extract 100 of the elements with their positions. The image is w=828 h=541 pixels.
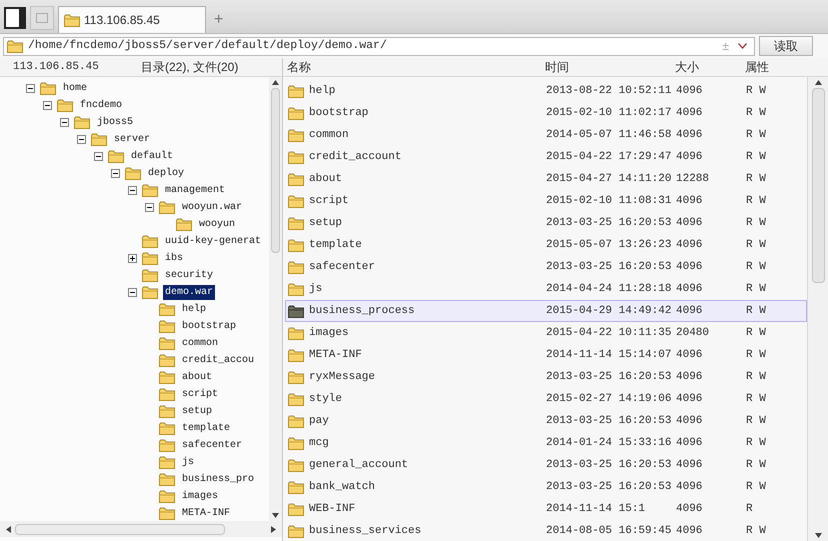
file-row[interactable]: ryxMessage 2013-03-25 16:20:53 4096 R W bbox=[285, 366, 807, 388]
file-name: safecenter bbox=[309, 260, 376, 275]
tree-item[interactable]: security bbox=[163, 268, 216, 283]
tree-item[interactable]: js bbox=[180, 455, 196, 470]
file-row[interactable]: js 2014-04-24 11:28:18 4096 R W bbox=[285, 278, 807, 300]
folder-icon bbox=[288, 392, 304, 406]
folder-icon bbox=[159, 371, 175, 384]
tree-item[interactable]: about bbox=[180, 370, 214, 385]
tree-item[interactable]: common bbox=[180, 336, 220, 351]
scroll-down-arrow-icon[interactable] bbox=[272, 513, 279, 518]
collapse-icon[interactable] bbox=[60, 118, 69, 127]
folder-icon bbox=[159, 320, 175, 333]
file-attributes: R W bbox=[746, 480, 766, 495]
tree-item[interactable]: credit_accou bbox=[180, 353, 256, 368]
file-row[interactable]: mcg 2014-01-24 15:33:16 4096 R W bbox=[285, 432, 807, 454]
file-row[interactable]: script 2015-02-10 11:08:31 4096 R W bbox=[285, 190, 807, 212]
file-row[interactable]: about 2015-04-27 14:11:20 12288 R W bbox=[285, 168, 807, 190]
modified-time: 2014-04-24 11:28:18 bbox=[546, 282, 672, 297]
folder-icon bbox=[288, 370, 304, 384]
column-header[interactable]: 时间 bbox=[545, 58, 675, 76]
vertical-scrollbar[interactable] bbox=[807, 77, 828, 541]
tree-item[interactable]: fncdemo bbox=[78, 98, 124, 113]
tree-item[interactable]: management bbox=[163, 183, 228, 198]
collapse-icon[interactable] bbox=[111, 169, 120, 178]
collapse-icon[interactable] bbox=[77, 135, 86, 144]
file-row[interactable]: bank_watch 2013-03-25 16:20:53 4096 R W bbox=[285, 476, 807, 498]
file-size: 4096 bbox=[676, 84, 704, 99]
file-attributes: R W bbox=[746, 458, 766, 473]
tree-item[interactable]: images bbox=[180, 489, 220, 504]
address-field[interactable]: /home/fncdemo/jboss5/server/default/deploy/demo.war/ ± bbox=[3, 36, 755, 56]
file-row[interactable]: bootstrap 2015-02-10 11:02:17 4096 R W bbox=[285, 102, 807, 124]
tree-item[interactable]: demo.war bbox=[163, 285, 216, 300]
tree-item[interactable]: deploy bbox=[146, 166, 186, 181]
scroll-up-arrow-icon[interactable] bbox=[814, 80, 822, 85]
scroll-up-arrow-icon[interactable] bbox=[272, 80, 279, 85]
file-row[interactable]: META-INF 2014-11-14 15:14:07 4096 R W bbox=[285, 344, 807, 366]
tree-item[interactable]: business_pro bbox=[180, 472, 256, 487]
folder-icon bbox=[288, 194, 304, 208]
vertical-scrollbar[interactable] bbox=[269, 77, 282, 521]
tree-item[interactable]: jboss5 bbox=[95, 115, 136, 130]
scroll-right-arrow-icon[interactable] bbox=[271, 526, 276, 532]
collapse-icon[interactable] bbox=[43, 101, 52, 110]
folder-icon bbox=[288, 326, 304, 340]
tab[interactable]: 113.106.85.45 bbox=[58, 6, 206, 33]
column-header[interactable]: 名称 bbox=[283, 58, 545, 76]
column-header[interactable]: 属性 bbox=[745, 58, 807, 76]
scroll-down-arrow-icon[interactable] bbox=[814, 533, 822, 538]
tree-item[interactable]: help bbox=[180, 302, 208, 317]
tree-item[interactable]: wooyun.war bbox=[180, 200, 244, 215]
tree-item[interactable]: setup bbox=[180, 404, 214, 419]
file-row[interactable]: pay 2013-03-25 16:20:53 4096 R W bbox=[285, 410, 807, 432]
folder-icon bbox=[159, 388, 175, 401]
tree-item[interactable]: bootstrap bbox=[180, 319, 238, 334]
collapse-icon[interactable] bbox=[94, 152, 103, 161]
expand-icon[interactable] bbox=[128, 254, 137, 263]
file-row[interactable]: credit_account 2015-04-22 17:29:47 4096 R W bbox=[285, 146, 807, 168]
collapse-icon[interactable] bbox=[145, 203, 154, 212]
folder-icon bbox=[142, 269, 158, 282]
file-row[interactable]: business_services 2014-08-05 16:59:45 4096 R W bbox=[285, 520, 807, 541]
scroll-left-arrow-icon[interactable] bbox=[6, 526, 11, 532]
file-row[interactable]: WEB-INF 2014-11-14 15:1 4096 R bbox=[285, 498, 807, 520]
tree-item[interactable]: template bbox=[180, 421, 232, 436]
folder-icon bbox=[288, 282, 304, 296]
modified-time: 2015-04-29 14:49:42 bbox=[546, 304, 672, 319]
tree-item[interactable]: wooyun bbox=[197, 217, 238, 232]
file-row[interactable]: template 2015-05-07 13:26:23 4096 R W bbox=[285, 234, 807, 256]
collapse-icon[interactable] bbox=[128, 186, 137, 195]
tree-item[interactable]: script bbox=[180, 387, 220, 402]
tree-item[interactable]: uuid-key-generat bbox=[163, 234, 264, 249]
file-row[interactable]: style 2015-02-27 14:19:06 4096 R W bbox=[285, 388, 807, 410]
collapse-icon[interactable] bbox=[128, 288, 137, 297]
tree-item[interactable]: home bbox=[61, 81, 90, 96]
file-row[interactable]: images 2015-04-22 10:11:35 20480 R W bbox=[285, 322, 807, 344]
file-name: credit_account bbox=[309, 150, 402, 165]
file-row[interactable]: setup 2013-03-25 16:20:53 4096 R W bbox=[285, 212, 807, 234]
modified-time: 2014-11-14 15:14:07 bbox=[546, 348, 672, 363]
file-size: 4096 bbox=[676, 392, 704, 407]
tree-item[interactable]: server bbox=[112, 132, 152, 147]
file-row[interactable]: business_process 2015-04-29 14:49:42 4096 R W bbox=[285, 300, 807, 322]
collapse-icon[interactable] bbox=[26, 84, 35, 93]
file-name: META-INF bbox=[309, 348, 362, 363]
tree-item[interactable]: default bbox=[129, 149, 176, 164]
file-row[interactable]: help 2013-08-22 10:52:11 4096 R W bbox=[285, 80, 807, 102]
folder-icon bbox=[288, 524, 304, 538]
read-button[interactable]: 读取 bbox=[759, 36, 813, 56]
panel-toggle-button[interactable] bbox=[4, 7, 26, 29]
tree-item[interactable]: safecenter bbox=[180, 438, 244, 453]
horizontal-scrollbar[interactable] bbox=[0, 521, 282, 537]
file-size: 4096 bbox=[676, 216, 704, 231]
file-size: 4096 bbox=[676, 106, 704, 121]
file-size: 12288 bbox=[676, 172, 710, 187]
modified-time: 2015-02-10 11:08:31 bbox=[546, 194, 672, 209]
file-row[interactable]: general_account 2013-03-25 16:20:53 4096 R W bbox=[285, 454, 807, 476]
tree-item[interactable]: ibs bbox=[163, 251, 186, 266]
file-name: template bbox=[309, 238, 362, 253]
file-row[interactable]: safecenter 2013-03-25 16:20:53 4096 R W bbox=[285, 256, 807, 278]
file-row[interactable]: common 2014-05-07 11:46:58 4096 R W bbox=[285, 124, 807, 146]
column-header[interactable]: 大小 bbox=[675, 58, 745, 76]
tree-item[interactable]: META-INF bbox=[180, 506, 232, 521]
dropdown-caret-icon[interactable] bbox=[738, 43, 747, 49]
